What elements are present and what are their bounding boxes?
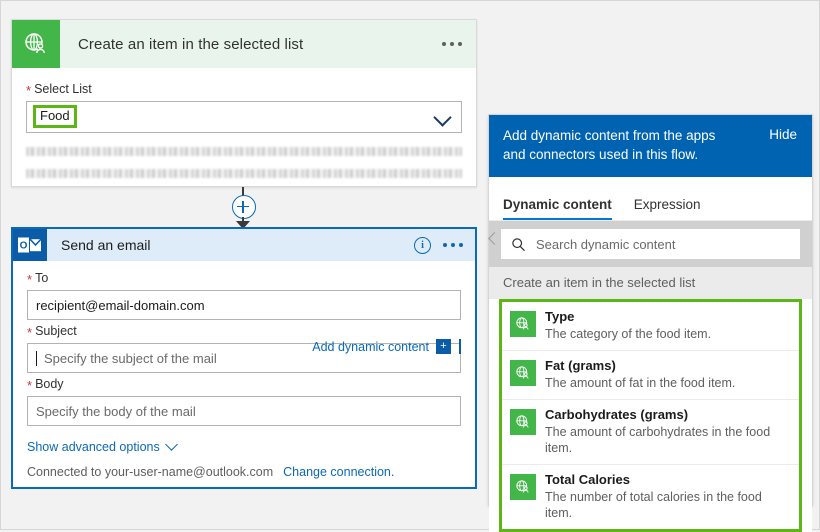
show-advanced-options-link[interactable]: Show advanced options: [27, 440, 461, 454]
list-item[interactable]: Type The category of the food item.: [502, 302, 799, 351]
list-item-description: The amount of fat in the food item.: [545, 375, 735, 391]
globe-person-icon: [12, 20, 60, 68]
search-icon: [511, 237, 526, 252]
list-item-text: Type The category of the food item.: [545, 309, 711, 342]
action-card-send-email[interactable]: O Send an email i *To recipient@email-do…: [11, 227, 477, 489]
search-placeholder: Search dynamic content: [536, 237, 675, 252]
to-field-label: *To: [27, 271, 461, 285]
email-card-more-menu-button[interactable]: [443, 243, 463, 247]
tab-dynamic-content[interactable]: Dynamic content: [503, 197, 612, 220]
action-card-create-item[interactable]: Create an item in the selected list *Sel…: [11, 19, 477, 187]
change-connection-link[interactable]: Change connection.: [283, 465, 394, 479]
dynamic-content-group-header: Create an item in the selected list: [489, 267, 812, 299]
list-item-text: Carbohydrates (grams) The amount of carb…: [545, 407, 789, 456]
list-item-text: Fat (grams) The amount of fat in the foo…: [545, 358, 735, 391]
add-dynamic-content-link[interactable]: Add dynamic content: [312, 340, 429, 354]
text-cursor: [36, 351, 37, 366]
subject-input-placeholder: Specify the subject of the mail: [44, 351, 217, 366]
list-item-description: The number of total calories in the food…: [545, 489, 789, 521]
required-asterisk: *: [27, 272, 32, 287]
redacted-row: [26, 147, 462, 156]
search-dynamic-content-input[interactable]: Search dynamic content: [501, 229, 800, 259]
banner-message: Add dynamic content from the apps and co…: [503, 126, 738, 164]
required-asterisk: *: [26, 83, 31, 98]
required-asterisk: *: [27, 378, 32, 393]
body-input[interactable]: Specify the body of the mail: [27, 396, 461, 426]
globe-person-icon: [510, 311, 536, 337]
card-more-menu-button[interactable]: [442, 42, 462, 46]
add-dynamic-content-caret: [459, 339, 461, 354]
email-card-body: *To recipient@email-domain.com Add dynam…: [13, 261, 475, 479]
subject-field-label: *Subject: [27, 324, 461, 338]
flow-connector: [227, 187, 259, 229]
list-item-description: The amount of carbohydrates in the food …: [545, 424, 789, 456]
to-label-text: To: [35, 271, 48, 285]
select-list-dropdown[interactable]: Food: [26, 101, 462, 133]
card-body: *Select List Food: [12, 68, 476, 178]
show-advanced-options-label: Show advanced options: [27, 440, 160, 454]
connection-status-row: Connected to your-user-name@outlook.com …: [27, 465, 461, 479]
hide-panel-button[interactable]: Hide: [769, 127, 797, 142]
dynamic-content-banner: Add dynamic content from the apps and co…: [489, 115, 812, 177]
flow-designer-canvas: Create an item in the selected list *Sel…: [0, 0, 820, 530]
list-item-text: Total Calories The number of total calor…: [545, 472, 789, 521]
list-item-name: Total Calories: [545, 472, 789, 488]
chevron-left-icon[interactable]: [488, 227, 501, 249]
card-header-actions: [442, 20, 462, 68]
redacted-fields-region: [26, 147, 462, 178]
connection-status-text: Connected to your-user-name@outlook.com: [27, 465, 273, 479]
body-field-label: *Body: [27, 377, 461, 391]
subject-label-text: Subject: [35, 324, 77, 338]
card-title: Create an item in the selected list: [78, 36, 303, 53]
globe-person-icon: [510, 409, 536, 435]
select-list-label: *Select List: [26, 82, 462, 96]
tab-expression[interactable]: Expression: [634, 197, 701, 220]
add-dynamic-content-button[interactable]: +: [436, 339, 451, 354]
email-card-actions: i: [414, 229, 463, 261]
email-card-title: Send an email: [61, 237, 151, 253]
list-item[interactable]: Fat (grams) The amount of fat in the foo…: [502, 351, 799, 400]
list-item-name: Carbohydrates (grams): [545, 407, 789, 423]
list-item-description: The category of the food item.: [545, 326, 711, 342]
list-item-name: Type: [545, 309, 711, 325]
dynamic-content-panel[interactable]: Add dynamic content from the apps and co…: [488, 114, 813, 506]
search-container: Search dynamic content: [489, 221, 812, 267]
list-item[interactable]: Total Calories The number of total calor…: [502, 465, 799, 529]
body-label-text: Body: [35, 377, 64, 391]
required-asterisk: *: [27, 325, 32, 340]
add-dynamic-content-control[interactable]: Add dynamic content +: [312, 339, 461, 354]
redacted-row: [26, 169, 462, 178]
globe-person-icon: [510, 474, 536, 500]
dynamic-content-list: Type The category of the food item.: [499, 299, 802, 532]
dynamic-content-tabs: Dynamic content Expression: [489, 177, 812, 221]
body-input-placeholder: Specify the body of the mail: [36, 404, 196, 419]
chevron-down-icon: [165, 438, 178, 451]
outlook-icon: O: [13, 229, 47, 261]
info-icon[interactable]: i: [414, 237, 431, 254]
svg-text:O: O: [20, 240, 28, 251]
dynamic-content-list-container: Type The category of the food item.: [489, 299, 812, 532]
globe-person-icon: [510, 360, 536, 386]
email-card-header: O Send an email i: [13, 229, 475, 261]
to-input-value: recipient@email-domain.com: [36, 298, 205, 313]
select-list-label-text: Select List: [34, 82, 92, 96]
to-input[interactable]: recipient@email-domain.com: [27, 290, 461, 320]
select-list-selected-value: Food: [33, 105, 77, 128]
plus-vertical: [242, 201, 244, 213]
card-header: Create an item in the selected list: [12, 20, 476, 68]
chevron-down-icon[interactable]: [433, 108, 451, 126]
group-label: Create an item in the selected list: [503, 275, 802, 290]
list-item-name: Fat (grams): [545, 358, 735, 374]
list-item[interactable]: Carbohydrates (grams) The amount of carb…: [502, 400, 799, 465]
